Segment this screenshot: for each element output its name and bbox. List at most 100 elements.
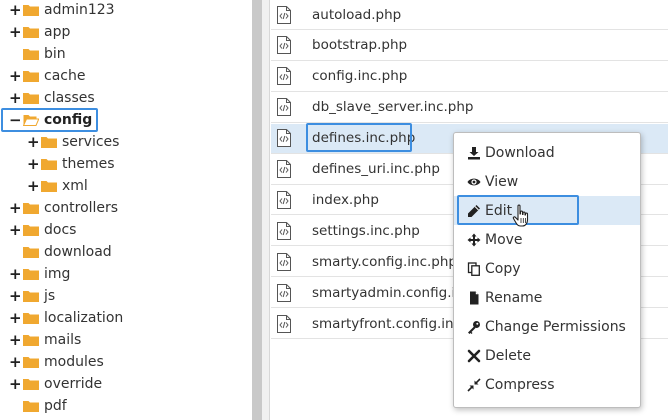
file-row[interactable]: autoload.php <box>271 0 668 30</box>
menu-item-download[interactable]: Download <box>454 138 640 167</box>
menu-item-copy[interactable]: Copy <box>454 254 640 283</box>
folder-icon <box>23 356 39 368</box>
folder-icon <box>41 136 57 148</box>
x-icon <box>467 349 481 363</box>
tree-item-js[interactable]: + js <box>9 285 55 307</box>
tree-item-cache[interactable]: + cache <box>9 65 85 87</box>
menu-item-label: Rename <box>485 289 543 306</box>
tree-item-label: xml <box>62 178 88 194</box>
expand-toggle[interactable]: + <box>9 266 22 282</box>
menu-item-label: Move <box>485 231 523 248</box>
download-icon <box>467 146 481 160</box>
code-file-icon <box>277 190 291 209</box>
tree-item-pdf[interactable]: pdf <box>9 395 67 417</box>
menu-item-delete[interactable]: Delete <box>454 341 640 370</box>
expand-toggle[interactable]: + <box>9 68 22 84</box>
tree-item-app[interactable]: + app <box>9 21 70 43</box>
menu-item-label: Compress <box>485 376 555 393</box>
tree-item-label: classes <box>44 90 95 106</box>
menu-item-label: View <box>485 173 519 190</box>
tree-item-services[interactable]: + services <box>27 131 119 153</box>
context-menu: Download View Edit Move Copy Rename Change Per… <box>453 132 641 408</box>
file-name: index.php <box>312 191 379 208</box>
tree-item-config[interactable]: − config <box>9 109 92 131</box>
folder-icon <box>23 246 39 258</box>
expand-toggle[interactable]: + <box>9 24 22 40</box>
menu-item-label: Copy <box>485 260 521 277</box>
tree-item-label: override <box>44 376 103 392</box>
expand-toggle[interactable]: + <box>9 90 22 106</box>
file-name: smartyadmin.config.inc <box>312 284 472 301</box>
file-name: settings.inc.php <box>312 222 420 239</box>
tree-item-label: app <box>44 24 71 40</box>
folder-icon <box>23 26 39 38</box>
expand-toggle[interactable]: + <box>9 332 22 348</box>
tree-item-themes[interactable]: + themes <box>27 153 115 175</box>
tree-item-img[interactable]: + img <box>9 263 70 285</box>
menu-item-change-permissions[interactable]: Change Permissions <box>454 312 640 341</box>
expand-toggle[interactable]: + <box>9 354 22 370</box>
code-file-icon <box>277 98 291 117</box>
tree-item-controllers[interactable]: + controllers <box>9 197 118 219</box>
tree-item-xml[interactable]: + xml <box>27 175 88 197</box>
tree-item-label: js <box>44 288 56 304</box>
code-file-icon <box>277 221 291 240</box>
move-arrows-icon <box>467 233 481 247</box>
tree-item-mails[interactable]: + mails <box>9 329 81 351</box>
tree-item-download[interactable]: download <box>9 241 112 263</box>
collapse-toggle[interactable]: − <box>9 112 22 128</box>
code-file-icon <box>277 160 291 178</box>
tree-item-label: pdf <box>44 398 67 414</box>
tree-item-label: docs <box>44 222 77 238</box>
copy-icon <box>467 261 481 276</box>
folder-icon <box>23 224 39 236</box>
folder-icon <box>41 180 57 192</box>
folder-icon <box>23 202 39 214</box>
menu-item-label: Delete <box>485 347 531 364</box>
tree-item-modules[interactable]: + modules <box>9 351 104 373</box>
folder-icon <box>23 312 39 324</box>
expand-toggle[interactable]: + <box>9 288 22 304</box>
menu-item-view[interactable]: View <box>454 167 640 196</box>
file-name: bootstrap.php <box>312 37 408 54</box>
code-file-icon <box>277 5 291 24</box>
expand-toggle[interactable]: + <box>9 310 22 326</box>
tree-item-admin123[interactable]: + admin123 <box>9 0 115 21</box>
expand-toggle[interactable]: + <box>9 376 22 392</box>
file-name: smartyfront.config.inc.p <box>312 315 474 332</box>
menu-item-label: Download <box>485 144 555 161</box>
tree-item-label: admin123 <box>44 2 115 18</box>
menu-item-edit[interactable]: Edit <box>454 196 640 225</box>
expand-toggle[interactable]: + <box>9 222 22 238</box>
tree-item-label: download <box>44 244 112 260</box>
menu-item-label: Change Permissions <box>485 318 626 335</box>
panel-splitter[interactable] <box>252 0 262 420</box>
expand-toggle[interactable]: + <box>9 200 22 216</box>
code-file-icon <box>277 36 291 55</box>
tree-item-label: img <box>44 266 71 282</box>
folder-icon <box>41 158 57 170</box>
expand-toggle[interactable]: + <box>27 134 40 150</box>
file-name: defines.inc.php <box>312 130 416 147</box>
menu-item-rename[interactable]: Rename <box>454 283 640 312</box>
file-row[interactable]: config.inc.php <box>271 62 668 92</box>
tree-item-override[interactable]: + override <box>9 373 102 395</box>
tree-item-label: bin <box>44 46 66 62</box>
tree-item-docs[interactable]: + docs <box>9 219 76 241</box>
file-row[interactable]: db_slave_server.inc.php <box>271 93 668 123</box>
tree-item-localization[interactable]: + localization <box>9 307 123 329</box>
tree-item-bin[interactable]: bin <box>9 43 66 65</box>
expand-toggle[interactable]: + <box>9 2 22 18</box>
folder-tree: + admin123 + app bin + cache + classes − config + se… <box>0 0 252 420</box>
file-name: autoload.php <box>312 6 402 23</box>
file-icon <box>467 291 481 305</box>
menu-item-compress[interactable]: Compress <box>454 370 640 399</box>
tree-item-classes[interactable]: + classes <box>9 87 95 109</box>
file-row[interactable]: bootstrap.php <box>271 31 668 61</box>
key-icon <box>467 320 481 334</box>
folder-icon <box>23 268 39 280</box>
expand-toggle[interactable]: + <box>27 178 40 194</box>
expand-toggle[interactable]: + <box>27 156 40 172</box>
folder-icon <box>23 70 39 82</box>
menu-item-move[interactable]: Move <box>454 225 640 254</box>
